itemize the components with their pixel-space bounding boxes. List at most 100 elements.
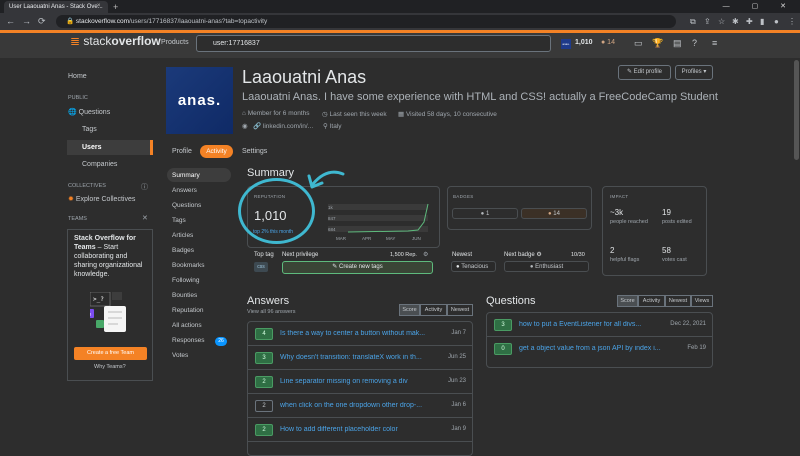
answer-title-link[interactable]: How to add different placeholder color [280, 426, 398, 433]
site-switcher-icon[interactable]: ≡ [712, 38, 717, 48]
answer-score: 2 [255, 400, 273, 412]
tab-profile[interactable]: Profile [172, 148, 192, 155]
browser-tab-bar [0, 0, 800, 13]
activity-nav-badges[interactable]: Badges [172, 247, 194, 254]
lock-icon: 🔒 [66, 18, 76, 25]
silver-badge-count[interactable]: ● 1 [452, 208, 518, 219]
user-avatar-small[interactable]: anas. [561, 39, 571, 49]
inbox-icon[interactable]: ▭ [634, 38, 643, 49]
activity-nav-bookmarks[interactable]: Bookmarks [172, 262, 205, 269]
window-controls[interactable]: — ▢ ✕ [723, 2, 796, 10]
star-icon[interactable]: ☆ [718, 17, 725, 26]
activity-nav-reputation[interactable]: Reputation [172, 307, 203, 314]
answer-title-link[interactable]: Line separator missing on removing a div [280, 378, 408, 385]
graph-xlabel: MAY [386, 236, 395, 241]
forward-icon[interactable]: → [22, 16, 31, 26]
sidepanel-icon[interactable]: ▮ [760, 17, 764, 26]
activity-nav-votes[interactable]: Votes [172, 352, 188, 359]
activity-nav-answers[interactable]: Answers [172, 187, 197, 194]
reputation-graph[interactable]: 1k 847 684 MAR APR MAY JUN [328, 200, 436, 244]
nav-home[interactable]: Home [68, 73, 87, 80]
edit-profile-button[interactable]: ✎ Edit profile [618, 65, 671, 80]
answers-sort-activity[interactable]: Activity [420, 304, 447, 316]
nav-companies[interactable]: Companies [82, 161, 117, 168]
bronze-badge-count[interactable]: ● 14 [521, 208, 587, 219]
newest-badge[interactable]: ● Tenacious [451, 261, 496, 272]
next-badge[interactable]: ● Enthusiast [504, 261, 589, 272]
list-item[interactable]: 3 how to put a EventListener for all divs… [487, 313, 712, 337]
graph-xlabel: JUN [412, 236, 421, 241]
activity-nav-following[interactable]: Following [172, 277, 199, 284]
search-input[interactable]: user:17716837 [196, 35, 551, 52]
address-bar[interactable]: 🔒 stackoverflow.com/users/17716837/laaou… [56, 15, 676, 28]
list-item[interactable]: 2 Line separator missing on removing a di… [248, 370, 472, 394]
github-icon[interactable]: ◉ [242, 122, 248, 130]
activity-nav-questions[interactable]: Questions [172, 202, 201, 209]
list-item[interactable]: 3 Why doesn't transition: translateX work… [248, 346, 472, 370]
graph-xlabel: APR [362, 236, 372, 241]
answers-sort-newest[interactable]: Newest [447, 304, 473, 316]
close-icon[interactable]: ✕ [142, 214, 148, 222]
reload-icon[interactable]: ⟳ [38, 16, 46, 27]
activity-nav-tags[interactable]: Tags [172, 217, 186, 224]
answer-title-link[interactable]: Is there a way to center a button withou… [280, 330, 425, 337]
next-badge-progress: 10/30 [571, 252, 585, 258]
tab-activity[interactable]: Activity [200, 145, 233, 158]
tab-close-icon[interactable]: × [97, 3, 101, 9]
activity-nav-summary[interactable]: Summary [172, 172, 200, 179]
activity-nav-articles[interactable]: Articles [172, 232, 193, 239]
graph-ylabel: 847 [328, 216, 336, 221]
questions-sort-newest[interactable]: Newest [665, 295, 691, 307]
why-teams-link[interactable]: Why Teams? [94, 364, 126, 370]
votes-cast-label: votes cast [662, 257, 687, 263]
puzzle-icon[interactable]: ✚ [746, 17, 753, 26]
questions-sort-views[interactable]: Views [691, 295, 713, 307]
settings-icon[interactable]: ⚙ [423, 251, 428, 258]
help-icon[interactable]: ? [692, 38, 697, 48]
questions-sort-score[interactable]: Score [617, 295, 638, 307]
profile-avatar: anas. [166, 67, 233, 134]
votes-cast-value: 58 [662, 246, 671, 255]
review-icon[interactable]: ▤ [673, 38, 682, 49]
browser-tab[interactable]: User Laaouatni Anas - Stack Ove... [4, 1, 108, 13]
answer-title-link[interactable]: when click on the one dropdown other dro… [280, 402, 422, 409]
question-title-link[interactable]: how to put a EventListener for all divs.… [519, 321, 641, 328]
nav-users[interactable]: Users [82, 144, 101, 151]
back-icon[interactable]: ← [6, 16, 15, 26]
new-tab-icon[interactable]: + [113, 2, 118, 12]
top-tag[interactable]: css [254, 262, 268, 272]
list-item[interactable]: 4 Is there a way to center a button witho… [248, 322, 472, 346]
answer-title-link[interactable]: Why doesn't transition: translateX work … [280, 354, 422, 361]
translate-icon[interactable]: ⧉ [690, 17, 696, 27]
answers-sort-score[interactable]: Score [399, 304, 420, 316]
scrollbar-thumb[interactable] [794, 60, 799, 160]
settings-icon[interactable]: ⚙ [535, 252, 541, 258]
list-item[interactable]: 2 How to add different placeholder color J… [248, 418, 472, 442]
nav-explore-collectives[interactable]: ✹ Explore Collectives [68, 195, 135, 203]
nav-questions[interactable]: 🌐 Questions [68, 108, 110, 116]
answer-date: Jun 23 [447, 378, 466, 384]
linkedin-link[interactable]: 🔗 linkedin.com/in/... [253, 122, 313, 130]
activity-nav-all-actions[interactable]: All actions [172, 322, 202, 329]
share-icon[interactable]: ⇪ [704, 17, 711, 26]
list-item[interactable]: 0 get a object value from a json API by i… [487, 337, 712, 361]
achievements-icon[interactable]: 🏆 [652, 38, 663, 49]
profiles-dropdown[interactable]: Profiles ▾ [675, 65, 713, 80]
info-icon[interactable]: ⓘ [141, 182, 148, 192]
stackoverflow-logo[interactable]: ≣ stackoverflow [70, 34, 161, 48]
questions-sort-activity[interactable]: Activity [638, 295, 665, 307]
view-all-answers-link[interactable]: View all 96 answers [247, 309, 296, 315]
tab-settings[interactable]: Settings [242, 148, 267, 155]
products-link[interactable]: Products [161, 39, 189, 46]
teams-promo-text: Stack Overflow for Teams – Start collabo… [74, 235, 143, 278]
menu-icon[interactable]: ⋮ [788, 17, 796, 26]
account-icon[interactable]: ● [774, 17, 779, 26]
activity-nav-bounties[interactable]: Bounties [172, 292, 197, 299]
extension-icon[interactable]: ✱ [732, 17, 739, 26]
activity-nav-responses[interactable]: Responses [172, 337, 205, 344]
list-item[interactable]: 2 when click on the one dropdown other dr… [248, 394, 472, 418]
question-title-link[interactable]: get a object value from a json API by in… [519, 345, 661, 352]
create-new-tags-button[interactable]: ✎ Create new tags [282, 261, 433, 274]
create-free-team-button[interactable]: Create a free Team [74, 347, 147, 360]
nav-tags[interactable]: Tags [82, 126, 97, 133]
